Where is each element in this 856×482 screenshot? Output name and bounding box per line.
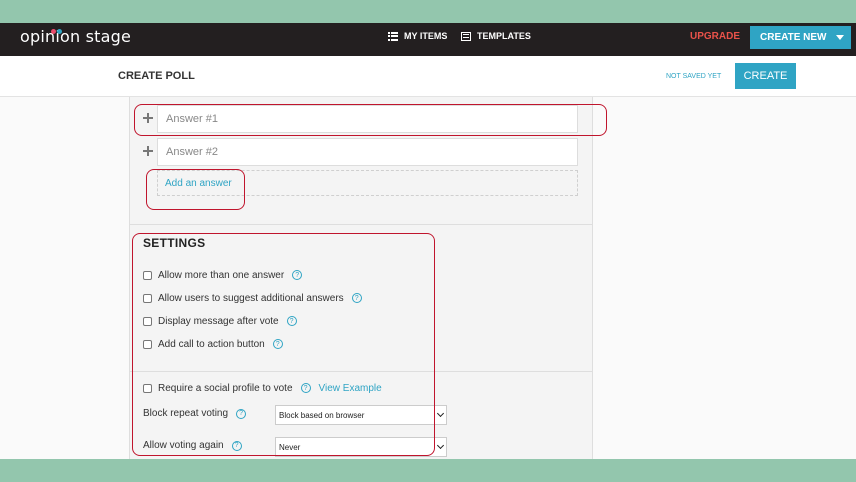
settings-heading: SETTINGS bbox=[143, 236, 206, 250]
option-label: Allow users to suggest additional answer… bbox=[158, 292, 344, 304]
answer-row bbox=[137, 105, 578, 133]
nav-my-items-label: MY ITEMS bbox=[404, 31, 448, 41]
logo-dot-icon bbox=[51, 29, 56, 34]
create-new-label: CREATE NEW bbox=[760, 32, 827, 43]
option-label: Display message after vote bbox=[158, 315, 279, 327]
block-repeat-voting-select[interactable]: Block based on browser bbox=[275, 405, 447, 425]
checkbox[interactable] bbox=[143, 270, 152, 280]
option-suggest-answers[interactable]: Allow users to suggest additional answer… bbox=[143, 291, 362, 305]
chevron-down-icon bbox=[436, 409, 445, 418]
save-status: NOT SAVED YET bbox=[666, 73, 722, 80]
page-title: CREATE POLL bbox=[118, 70, 195, 82]
help-icon[interactable]: ? bbox=[286, 316, 297, 326]
upgrade-link[interactable]: UPGRADE bbox=[690, 31, 740, 42]
caret-down-icon bbox=[836, 35, 845, 40]
logo-dot-icon bbox=[57, 29, 62, 34]
checkbox[interactable] bbox=[143, 293, 152, 303]
view-example-link[interactable]: View Example bbox=[319, 383, 382, 394]
list-icon bbox=[388, 31, 398, 41]
create-button[interactable]: CREATE bbox=[735, 63, 796, 89]
allow-voting-again-select[interactable]: Never bbox=[275, 437, 447, 457]
logo-text: opinion stage bbox=[20, 27, 132, 46]
option-message-after-vote[interactable]: Display message after vote ? bbox=[143, 314, 297, 328]
help-icon[interactable]: ? bbox=[236, 408, 247, 419]
select-value: Never bbox=[279, 443, 301, 452]
row-label-text: Block repeat voting bbox=[143, 408, 229, 419]
select-value: Block based on browser bbox=[279, 411, 365, 420]
option-social-profile[interactable]: Require a social profile to vote ? View … bbox=[143, 381, 382, 395]
chevron-down-icon bbox=[436, 441, 445, 450]
option-label: Require a social profile to vote bbox=[158, 382, 293, 394]
templates-icon bbox=[461, 31, 471, 41]
answer-row bbox=[137, 138, 578, 166]
answer-input[interactable] bbox=[157, 105, 578, 133]
help-icon[interactable]: ? bbox=[231, 440, 242, 451]
opinion-stage-logo[interactable]: opinion stage bbox=[20, 27, 131, 46]
drag-handle-icon[interactable] bbox=[143, 146, 153, 156]
allow-voting-again-label: Allow voting again ? bbox=[143, 440, 242, 451]
checkbox[interactable] bbox=[143, 339, 152, 349]
checkbox[interactable] bbox=[143, 316, 152, 326]
option-label: Allow more than one answer bbox=[158, 269, 285, 281]
help-icon[interactable]: ? bbox=[292, 270, 303, 280]
nav-templates[interactable]: TEMPLATES bbox=[461, 31, 531, 41]
add-answer-link[interactable]: Add an answer bbox=[157, 170, 578, 196]
answer-input[interactable] bbox=[157, 138, 578, 166]
block-repeat-voting-label: Block repeat voting ? bbox=[143, 408, 247, 419]
drag-handle-icon[interactable] bbox=[143, 113, 153, 123]
top-navigation-bar: opinion stage MY ITEMS TEMPLATES UPGRADE… bbox=[0, 23, 856, 56]
nav-my-items[interactable]: MY ITEMS bbox=[388, 31, 447, 41]
checkbox[interactable] bbox=[143, 383, 152, 393]
option-call-to-action[interactable]: Add call to action button ? bbox=[143, 337, 283, 351]
option-allow-multiple[interactable]: Allow more than one answer ? bbox=[143, 268, 303, 282]
section-divider bbox=[129, 224, 593, 225]
help-icon[interactable]: ? bbox=[300, 383, 311, 393]
help-icon[interactable]: ? bbox=[351, 293, 362, 303]
option-label: Add call to action button bbox=[158, 338, 265, 350]
nav-templates-label: TEMPLATES bbox=[477, 31, 531, 41]
help-icon[interactable]: ? bbox=[272, 339, 283, 349]
section-divider bbox=[129, 371, 593, 372]
settings-section bbox=[130, 258, 592, 459]
page-header: CREATE POLL NOT SAVED YET CREATE bbox=[0, 56, 856, 97]
row-label-text: Allow voting again bbox=[143, 440, 224, 451]
create-new-button[interactable]: CREATE NEW bbox=[750, 26, 851, 49]
